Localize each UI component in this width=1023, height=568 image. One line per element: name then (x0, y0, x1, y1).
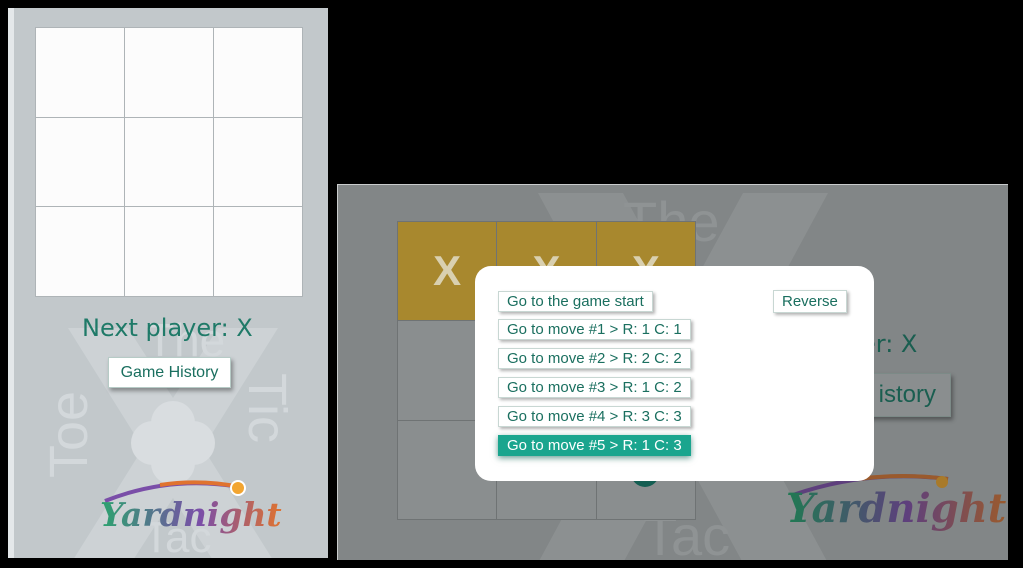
board-cell[interactable] (36, 207, 124, 296)
board-cell[interactable] (125, 207, 213, 296)
board-cell[interactable] (125, 117, 213, 207)
board-cell[interactable] (36, 28, 124, 117)
move-history-item-current[interactable]: Go to move #5 > R: 1 C: 3 (498, 435, 691, 456)
history-modal: Go to the game start Reverse Go to move … (475, 266, 874, 481)
move-history-item[interactable]: Go to move #1 > R: 1 C: 1 (498, 319, 691, 340)
board-cell[interactable] (214, 28, 302, 117)
next-player-status: Next player: X (82, 314, 253, 342)
reverse-button[interactable]: Reverse (773, 290, 847, 313)
yardnight-logo: Yardnight (100, 495, 282, 534)
game-panel-left: The Toe Tic Tac Next player: X Game Hist… (8, 8, 328, 558)
game-board (35, 27, 303, 297)
board-cell[interactable] (214, 207, 302, 296)
move-history-item[interactable]: Go to move #3 > R: 1 C: 2 (498, 377, 691, 398)
watermark-toe: Toe (39, 390, 99, 478)
board-cell[interactable] (214, 117, 302, 207)
move-history-item[interactable]: Go to move #2 > R: 2 C: 2 (498, 348, 691, 369)
go-to-start-button[interactable]: Go to the game start (498, 291, 653, 312)
yardnight-logo: Yardnight (786, 485, 1007, 532)
board-cell[interactable] (36, 117, 124, 207)
board-cell[interactable] (125, 28, 213, 117)
game-history-button[interactable]: istory (865, 373, 951, 417)
logo-sun-icon (232, 482, 244, 494)
panel-edge (8, 8, 14, 558)
watermark-tic: Tic (237, 373, 297, 443)
game-history-button[interactable]: Game History (108, 357, 231, 388)
move-history-item[interactable]: Go to move #4 > R: 3 C: 3 (498, 406, 691, 427)
